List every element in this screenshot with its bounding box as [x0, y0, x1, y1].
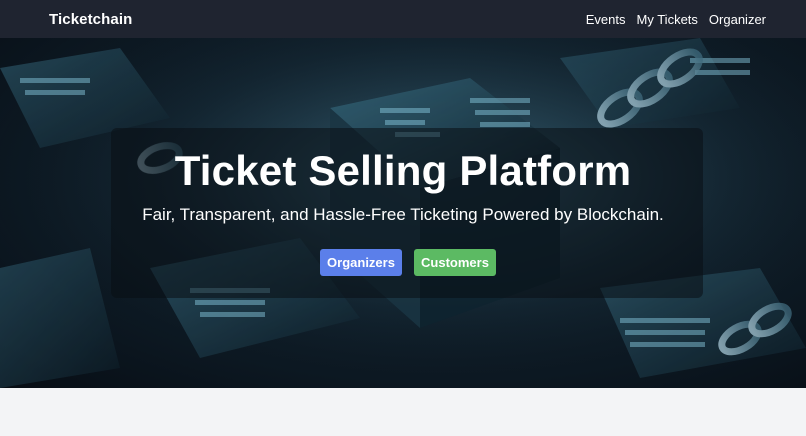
- hero-title: Ticket Selling Platform: [174, 147, 632, 194]
- brand-logo[interactable]: Ticketchain: [49, 11, 132, 28]
- nav-links: Events My Tickets Organizer: [586, 12, 766, 27]
- hero-section: Ticket Selling Platform Fair, Transparen…: [0, 38, 806, 388]
- nav-link-organizer[interactable]: Organizer: [709, 12, 766, 27]
- top-navbar: Ticketchain Events My Tickets Organizer: [0, 0, 806, 38]
- organizers-button[interactable]: Organizers: [320, 249, 402, 276]
- page-content-area: [0, 388, 806, 436]
- nav-link-my-tickets[interactable]: My Tickets: [637, 12, 698, 27]
- hero-subtitle: Fair, Transparent, and Hassle-Free Ticke…: [142, 205, 664, 224]
- nav-link-events[interactable]: Events: [586, 12, 626, 27]
- customers-button[interactable]: Customers: [414, 249, 496, 276]
